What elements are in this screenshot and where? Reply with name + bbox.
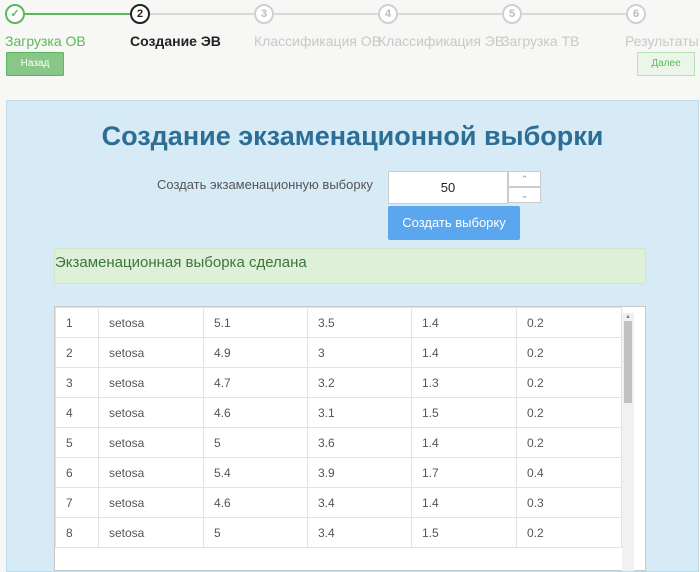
table-row: 3 setosa 4.7 3.2 1.3 0.2 — [55, 367, 622, 398]
scroll-thumb[interactable] — [624, 321, 632, 403]
table-cell: setosa — [98, 307, 204, 338]
page-title: Создание экзаменационной выборки — [101, 121, 604, 151]
table-cell: 4.9 — [203, 337, 308, 368]
table-cell: setosa — [98, 487, 204, 518]
step-6-label: Результаты — [625, 33, 699, 49]
check-icon: ✓ — [5, 4, 25, 24]
table-cell: 4 — [55, 397, 99, 428]
step-4-circle: 4 — [378, 4, 398, 24]
step-3-label: Классификация ОВ — [254, 33, 382, 49]
table-cell: 3.1 — [307, 397, 412, 428]
create-sample-button[interactable]: Создать выборку — [388, 206, 520, 240]
sample-size-input[interactable]: 50 — [388, 171, 508, 204]
table-row: 4 setosa 4.6 3.1 1.5 0.2 — [55, 397, 622, 428]
table-cell: 1.5 — [411, 517, 517, 548]
table-cell: 1.3 — [411, 367, 517, 398]
table-cell: 4.7 — [203, 367, 308, 398]
step-5-circle: 5 — [502, 4, 522, 24]
step-connector — [24, 13, 130, 15]
table-row: 6 setosa 5.4 3.9 1.7 0.4 — [55, 457, 622, 488]
table-cell: setosa — [98, 517, 204, 548]
chevron-down-icon[interactable]: ⌄ — [508, 187, 541, 203]
table-cell: 1.4 — [411, 337, 517, 368]
table-cell: 2 — [55, 337, 99, 368]
table-cell: 6 — [55, 457, 99, 488]
table-cell: 3.6 — [307, 427, 412, 458]
table-cell: 1.4 — [411, 307, 517, 338]
table-cell: 0.4 — [516, 457, 622, 488]
table-cell: 0.2 — [516, 397, 622, 428]
table-cell: setosa — [98, 427, 204, 458]
table-row: 1 setosa 5.1 3.5 1.4 0.2 — [55, 307, 622, 338]
table-cell: 1 — [55, 307, 99, 338]
table-cell: setosa — [98, 337, 204, 368]
step-connector — [148, 13, 254, 15]
step-2-circle: 2 — [130, 4, 150, 24]
table-cell: 3.2 — [307, 367, 412, 398]
table-cell: 1.7 — [411, 457, 517, 488]
table-cell: 5 — [203, 427, 308, 458]
table-cell: 5.4 — [203, 457, 308, 488]
table-cell: 0.2 — [516, 427, 622, 458]
next-button[interactable]: Далее — [637, 52, 695, 76]
table-cell: 5 — [203, 517, 308, 548]
table-cell: 1.4 — [411, 427, 517, 458]
table-cell: 0.2 — [516, 517, 622, 548]
table-cell: setosa — [98, 457, 204, 488]
table-cell: 1.4 — [411, 487, 517, 518]
table-cell: 7 — [55, 487, 99, 518]
table-cell: 5 — [55, 427, 99, 458]
step-5-label: Загрузка ТВ — [501, 33, 580, 49]
table-cell: 0.2 — [516, 307, 622, 338]
data-table: 1 setosa 5.1 3.5 1.4 0.2 2 setosa 4.9 3 1.4 0.2 3 set… — [55, 307, 622, 548]
table-cell: 5.1 — [203, 307, 308, 338]
sample-size-label: Создать экзаменационную выборку — [157, 177, 373, 192]
step-1-label: Загрузка ОВ — [5, 33, 86, 49]
table-cell: 3.4 — [307, 487, 412, 518]
table-cell: 3 — [55, 367, 99, 398]
table-cell: 3 — [307, 337, 412, 368]
table-cell: 0.3 — [516, 487, 622, 518]
step-connector — [397, 13, 503, 15]
table-cell: 4.6 — [203, 397, 308, 428]
table-cell: 3.4 — [307, 517, 412, 548]
table-scrollbar[interactable]: ▲ — [622, 313, 634, 571]
scroll-up-icon[interactable]: ▲ — [622, 313, 634, 321]
table-row: 2 setosa 4.9 3 1.4 0.2 — [55, 337, 622, 368]
table-row: 5 setosa 5 3.6 1.4 0.2 — [55, 427, 622, 458]
table-cell: setosa — [98, 367, 204, 398]
step-connector — [273, 13, 379, 15]
step-4-label: Классификация ЭВ — [378, 33, 505, 49]
back-button[interactable]: Назад — [6, 52, 64, 76]
exam-sample-panel: Создание экзаменационной выборки Создать… — [6, 100, 699, 572]
table-cell: setosa — [98, 397, 204, 428]
chevron-up-icon[interactable]: ⌃ — [508, 171, 541, 187]
table-cell: 8 — [55, 517, 99, 548]
table-cell: 3.9 — [307, 457, 412, 488]
step-2-label: Создание ЭВ — [130, 33, 221, 49]
table-cell: 0.2 — [516, 367, 622, 398]
table-cell: 0.2 — [516, 337, 622, 368]
table-cell: 1.5 — [411, 397, 517, 428]
table-row: 7 setosa 4.6 3.4 1.4 0.3 — [55, 487, 622, 518]
step-3-circle: 3 — [254, 4, 274, 24]
table-row: 8 setosa 5 3.4 1.5 0.2 — [55, 517, 622, 548]
step-connector — [521, 13, 627, 15]
step-6-circle: 6 — [626, 4, 646, 24]
wizard-stepper: ✓ 2 3 4 5 6 Загрузка ОВ Создание ЭВ Клас… — [0, 0, 700, 100]
sample-table[interactable]: 1 setosa 5.1 3.5 1.4 0.2 2 setosa 4.9 3 1.4 0.2 3 set… — [54, 306, 646, 571]
success-message: Экзаменационная выборка сделана — [54, 248, 646, 284]
table-cell: 3.5 — [307, 307, 412, 338]
table-cell: 4.6 — [203, 487, 308, 518]
